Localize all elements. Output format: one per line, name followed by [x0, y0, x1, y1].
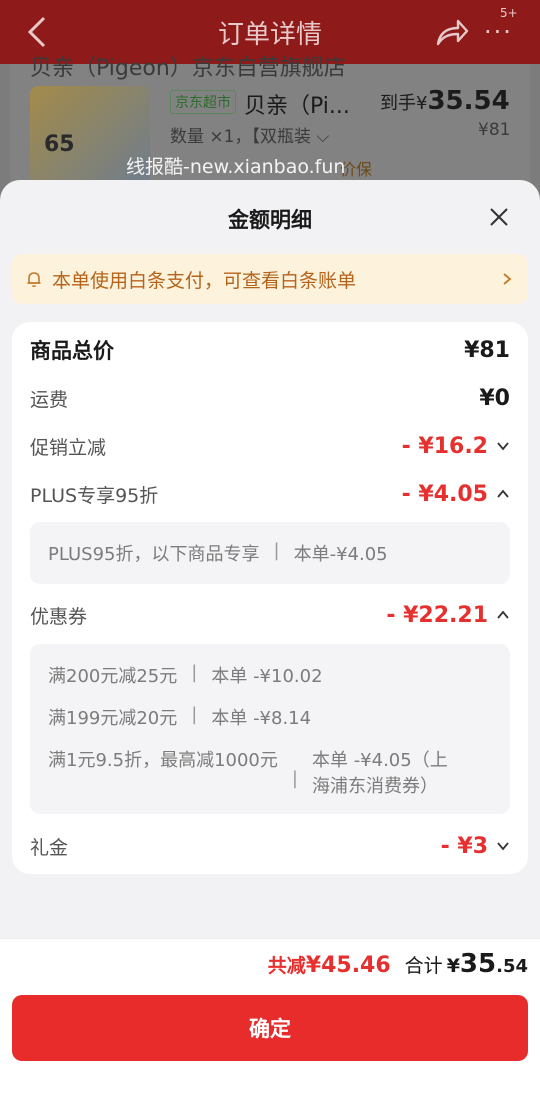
coupon-label: 优惠券 — [30, 605, 88, 628]
amount-card: 商品总价 ¥81 运费 ¥0 促销立减 - ¥16.2 PLUS专享95折 - … — [12, 322, 528, 874]
chevron-down-icon — [497, 842, 509, 851]
promo-label: 促销立减 — [30, 436, 107, 459]
sheet-title: 金额明细 — [228, 208, 312, 232]
coupon-amount: - ¥22.21 — [386, 602, 488, 628]
product-quantity: 数量 ×1，【双瓶装 ⌵ — [170, 127, 330, 147]
plus-label: PLUS专享95折 — [30, 484, 159, 507]
coupon-detail-value-line: 海浦东消费券） — [311, 776, 438, 797]
plus-detail-box: PLUS95折，以下商品专享 | 本单-¥4.05 — [30, 522, 510, 584]
separator: | — [291, 768, 298, 789]
footer-totals: 共减 ¥45.46 合计 ¥ 35 .54 — [268, 949, 528, 979]
coupon-detail-desc: 满1元9.5折，最高减1000元 — [48, 750, 278, 771]
product-price: 到手¥35.54 — [380, 86, 510, 116]
coupon-detail-desc: 满200元减25元 — [48, 666, 178, 687]
chevron-up-icon — [497, 489, 509, 498]
row-shipping: 运费 ¥0 — [30, 382, 510, 414]
product-name[interactable]: 贝亲（Pi... — [244, 88, 350, 120]
notice-text: 本单使用白条支付，可查看白条账单 — [52, 269, 357, 292]
coupon-detail-line: 满1元9.5折，最高减1000元 | 本单 -¥4.05（上 海浦东消费券） — [48, 746, 448, 798]
goods-total-label: 商品总价 — [30, 339, 114, 363]
baitiao-notice[interactable]: 本单使用白条支付，可查看白条账单 — [12, 254, 528, 304]
separator: | — [191, 662, 198, 683]
separator: | — [191, 704, 198, 725]
total-label: 合计 — [404, 955, 443, 977]
row-plus[interactable]: PLUS专享95折 - ¥4.05 — [30, 478, 510, 510]
coupon-detail-line: 满200元减25元 | 本单 -¥10.02 — [48, 662, 323, 688]
row-promo[interactable]: 促销立减 - ¥16.2 — [30, 430, 510, 462]
coupon-detail-box: 满200元减25元 | 本单 -¥10.02 满199元减20元 | 本单 -¥… — [30, 644, 510, 814]
saved-label: 共减 — [267, 955, 306, 977]
separator: | — [273, 540, 280, 561]
plus-detail-line: PLUS95折，以下商品专享 | 本单-¥4.05 — [48, 540, 388, 566]
plus-detail-desc: PLUS95折，以下商品专享 — [48, 544, 260, 565]
jd-supermarket-tag: 京东超市 — [170, 90, 236, 114]
gift-amount: - ¥3 — [440, 833, 488, 859]
footer-bar: 共减 ¥45.46 合计 ¥ 35 .54 确定 — [0, 938, 540, 1115]
close-icon[interactable] — [484, 202, 514, 232]
coupon-detail-value: 本单 -¥8.14 — [211, 708, 312, 729]
coupon-detail-value: 本单 -¥10.02 — [211, 666, 323, 687]
coupon-detail-desc: 满199元减20元 — [48, 708, 178, 729]
message-badge: 5+ — [500, 6, 518, 20]
chevron-down-icon — [497, 442, 509, 451]
bell-icon — [27, 272, 41, 288]
share-icon[interactable] — [434, 16, 470, 48]
plus-amount: - ¥4.05 — [401, 481, 488, 507]
row-coupon[interactable]: 优惠券 - ¥22.21 — [30, 599, 510, 631]
price-prefix: 到手¥ — [380, 93, 428, 114]
price-value: 35.54 — [427, 86, 510, 116]
coupon-detail-value: 本单 -¥4.05（上 海浦东消费券） — [312, 746, 448, 798]
chevron-up-icon — [497, 610, 509, 619]
total-integer: 35 — [459, 949, 497, 979]
gift-label: 礼金 — [30, 836, 69, 859]
goods-total-amount: ¥81 — [464, 337, 510, 363]
shop-name: 贝亲（Pigeon）京东自营旗舰店 — [30, 56, 346, 81]
coupon-detail-value-line: 本单 -¥4.05（上 — [311, 750, 448, 771]
coupon-detail-line: 满199元减20元 | 本单 -¥8.14 — [48, 704, 311, 730]
row-goods-total: 商品总价 ¥81 — [30, 334, 510, 366]
shipping-label: 运费 — [30, 388, 69, 411]
promo-amount: - ¥16.2 — [401, 433, 488, 459]
row-gift[interactable]: 礼金 - ¥3 — [30, 830, 510, 862]
watermark: 线报酷-new.xianbao.fun — [126, 156, 346, 178]
shipping-amount: ¥0 — [479, 385, 510, 411]
saved-amount: ¥45.46 — [305, 953, 391, 978]
confirm-button[interactable]: 确定 — [12, 995, 528, 1061]
more-icon[interactable]: ··· — [484, 18, 513, 46]
plus-detail-value: 本单-¥4.05 — [293, 544, 388, 565]
original-price: ¥81 — [478, 120, 511, 140]
total-currency: ¥ — [446, 955, 460, 977]
chevron-right-icon — [503, 273, 512, 285]
product-image-badge: 65 — [44, 132, 75, 157]
total-decimal: .54 — [496, 956, 528, 977]
